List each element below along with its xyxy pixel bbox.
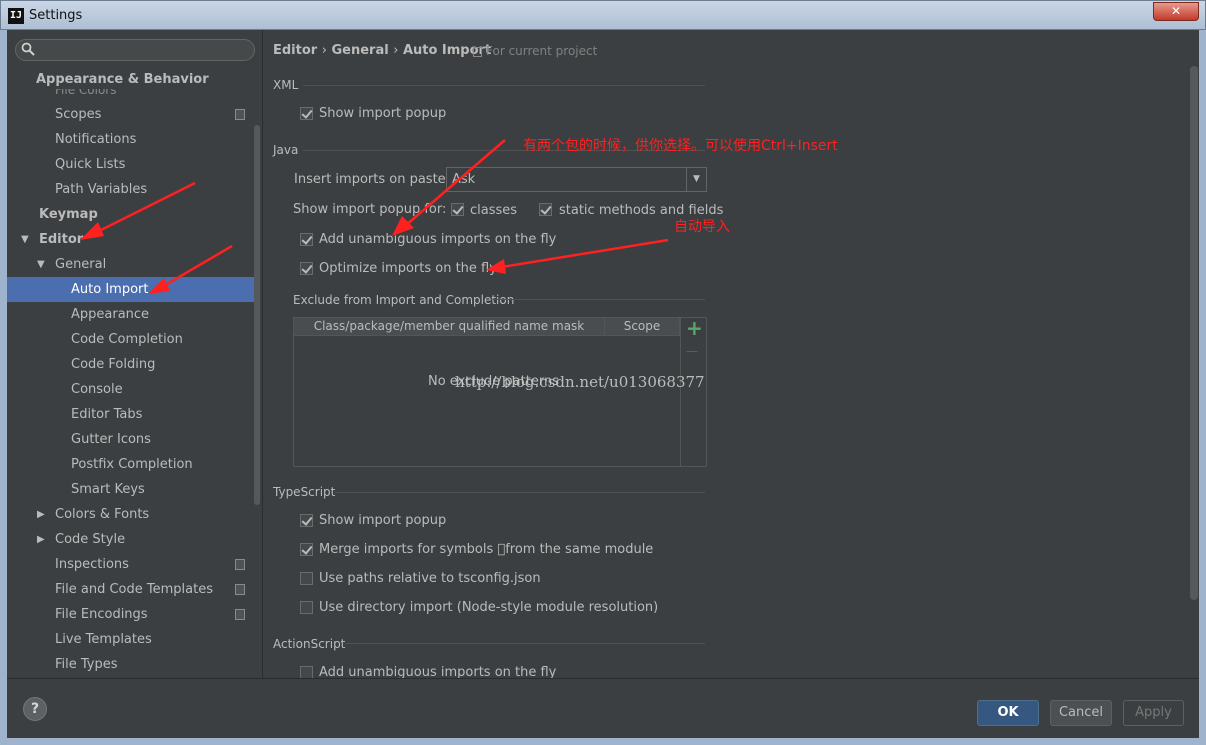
as-add-unambiguous-checkbox[interactable] bbox=[300, 666, 313, 678]
column-header-scope[interactable]: Scope bbox=[605, 318, 680, 336]
sidebar-item-auto-import[interactable]: Auto Import bbox=[7, 277, 259, 302]
window-titlebar: IJ Settings ✕ bbox=[0, 0, 1206, 30]
project-scope-icon bbox=[235, 609, 245, 620]
ts-merge-imports-label: Merge imports for symbols  from the same… bbox=[319, 542, 654, 557]
sidebar-item-appearance[interactable]: Appearance bbox=[7, 302, 259, 327]
divider bbox=[345, 643, 705, 644]
sidebar-item-file-types[interactable]: File Types bbox=[7, 652, 259, 677]
ts-use-paths-label: Use paths relative to tsconfig.json bbox=[319, 571, 541, 586]
sidebar-item-scopes[interactable]: Scopes bbox=[7, 102, 259, 127]
search-icon bbox=[21, 42, 35, 56]
ts-show-popup-label: Show import popup bbox=[319, 513, 447, 528]
project-scope-icon bbox=[235, 109, 245, 120]
ok-button[interactable]: OK bbox=[977, 700, 1039, 726]
sidebar-item-smart-keys[interactable]: Smart Keys bbox=[7, 477, 259, 502]
intellij-app-icon: IJ bbox=[8, 8, 24, 24]
sidebar-item-console[interactable]: Console bbox=[7, 377, 259, 402]
section-xml-title: XML bbox=[273, 78, 299, 92]
optimize-imports-label: Optimize imports on the fly bbox=[319, 261, 497, 276]
sidebar-section-appearance-behavior[interactable]: Appearance & Behavior bbox=[7, 67, 259, 89]
watermark-text: http://blog.csdn.net/u013068377 bbox=[455, 373, 705, 391]
scope-note: For current project bbox=[486, 44, 598, 58]
content-scrollbar[interactable] bbox=[1190, 66, 1198, 600]
classes-label: classes bbox=[470, 203, 518, 218]
xml-show-popup-checkbox[interactable] bbox=[300, 107, 313, 120]
sidebar-item-code-style[interactable]: ▶ Code Style bbox=[7, 527, 259, 552]
ts-directory-import-checkbox[interactable] bbox=[300, 601, 313, 614]
sidebar-item-code-folding[interactable]: Code Folding bbox=[7, 352, 259, 377]
search-input[interactable] bbox=[15, 39, 255, 61]
sidebar-item-general[interactable]: ▼ General bbox=[7, 252, 259, 277]
exclude-title: Exclude from Import and Completion bbox=[293, 293, 515, 307]
as-add-unambiguous-label: Add unambiguous imports on the fly bbox=[319, 665, 557, 678]
ts-show-popup-checkbox[interactable] bbox=[300, 514, 313, 527]
classes-checkbox[interactable] bbox=[451, 203, 464, 216]
section-typescript-title: TypeScript bbox=[273, 485, 336, 499]
apply-button[interactable]: Apply bbox=[1123, 700, 1184, 726]
cancel-button[interactable]: Cancel bbox=[1050, 700, 1112, 726]
divider bbox=[493, 299, 705, 300]
sidebar-item-path-variables[interactable]: Path Variables bbox=[7, 177, 259, 202]
add-icon[interactable]: + bbox=[686, 316, 703, 340]
sidebar-item-quick-lists[interactable]: Quick Lists bbox=[7, 152, 259, 177]
divider bbox=[335, 492, 705, 493]
sidebar-item-editor[interactable]: ▼ Editor bbox=[7, 227, 259, 252]
ts-use-paths-checkbox[interactable] bbox=[300, 572, 313, 585]
sidebar-item-gutter-icons[interactable]: Gutter Icons bbox=[7, 427, 259, 452]
exclude-table[interactable]: Class/package/member qualified name mask… bbox=[293, 316, 707, 467]
breadcrumb-general: General bbox=[331, 43, 389, 58]
project-scope-icon bbox=[235, 559, 245, 570]
expanded-arrow-icon: ▼ bbox=[37, 259, 45, 270]
sidebar-item-file-code-templates[interactable]: File and Code Templates bbox=[7, 577, 259, 602]
breadcrumb-editor: Editor bbox=[273, 43, 318, 58]
annotation-auto-import-note: 自动导入 bbox=[674, 219, 730, 235]
collapsed-arrow-icon: ▶ bbox=[37, 509, 45, 520]
project-scope-icon bbox=[473, 47, 482, 57]
section-actionscript-title: ActionScript bbox=[273, 637, 346, 651]
breadcrumb-separator: › bbox=[393, 43, 399, 58]
breadcrumb: Editor › General › Auto Import bbox=[273, 43, 491, 58]
optimize-imports-checkbox[interactable] bbox=[300, 262, 313, 275]
annotation-popup-note: 有两个包的时候，供你选择。可以使用Ctrl+Insert bbox=[523, 138, 838, 154]
settings-content: Editor › General › Auto Import For curre… bbox=[263, 30, 1199, 678]
divider bbox=[303, 85, 705, 86]
table-toolbar: + — bbox=[680, 316, 706, 466]
ts-directory-import-label: Use directory import (Node-style module … bbox=[319, 600, 659, 615]
section-java-title: Java bbox=[273, 143, 299, 157]
dialog-footer: ? OK Cancel Apply bbox=[7, 678, 1199, 738]
column-header-mask[interactable]: Class/package/member qualified name mask bbox=[294, 318, 605, 336]
settings-sidebar: File Colors Appearance & Behavior Scopes… bbox=[7, 30, 263, 678]
add-unambiguous-label: Add unambiguous imports on the fly bbox=[319, 232, 557, 247]
sidebar-item-notifications[interactable]: Notifications bbox=[7, 127, 259, 152]
sidebar-item-postfix-completion[interactable]: Postfix Completion bbox=[7, 452, 259, 477]
project-scope-icon bbox=[235, 584, 245, 595]
remove-icon[interactable]: — bbox=[686, 344, 698, 358]
static-methods-checkbox[interactable] bbox=[539, 203, 552, 216]
expanded-arrow-icon: ▼ bbox=[21, 234, 29, 245]
window-title: Settings bbox=[29, 8, 83, 23]
chevron-down-icon: ▼ bbox=[686, 168, 706, 191]
insert-on-paste-label: Insert imports on paste: bbox=[294, 172, 451, 187]
sidebar-scrollbar[interactable] bbox=[254, 125, 260, 505]
show-popup-for-label: Show import popup for: bbox=[293, 202, 447, 217]
sidebar-item-keymap[interactable]: Keymap bbox=[7, 202, 259, 227]
sidebar-item-live-templates[interactable]: Live Templates bbox=[7, 627, 259, 652]
breadcrumb-separator: › bbox=[321, 43, 327, 58]
sidebar-item-colors-fonts[interactable]: ▶ Colors & Fonts bbox=[7, 502, 259, 527]
sidebar-item-editor-tabs[interactable]: Editor Tabs bbox=[7, 402, 259, 427]
collapsed-arrow-icon: ▶ bbox=[37, 534, 45, 545]
help-button[interactable]: ? bbox=[23, 697, 47, 721]
insert-on-paste-select[interactable]: Ask ▼ bbox=[446, 167, 707, 192]
window-close-button[interactable]: ✕ bbox=[1153, 2, 1199, 21]
ts-merge-imports-checkbox[interactable] bbox=[300, 543, 313, 556]
xml-show-popup-label: Show import popup bbox=[319, 106, 447, 121]
add-unambiguous-checkbox[interactable] bbox=[300, 233, 313, 246]
sidebar-item-code-completion[interactable]: Code Completion bbox=[7, 327, 259, 352]
sidebar-item-inspections[interactable]: Inspections bbox=[7, 552, 259, 577]
table-header: Class/package/member qualified name mask… bbox=[294, 318, 680, 336]
sidebar-item-file-encodings[interactable]: File Encodings bbox=[7, 602, 259, 627]
